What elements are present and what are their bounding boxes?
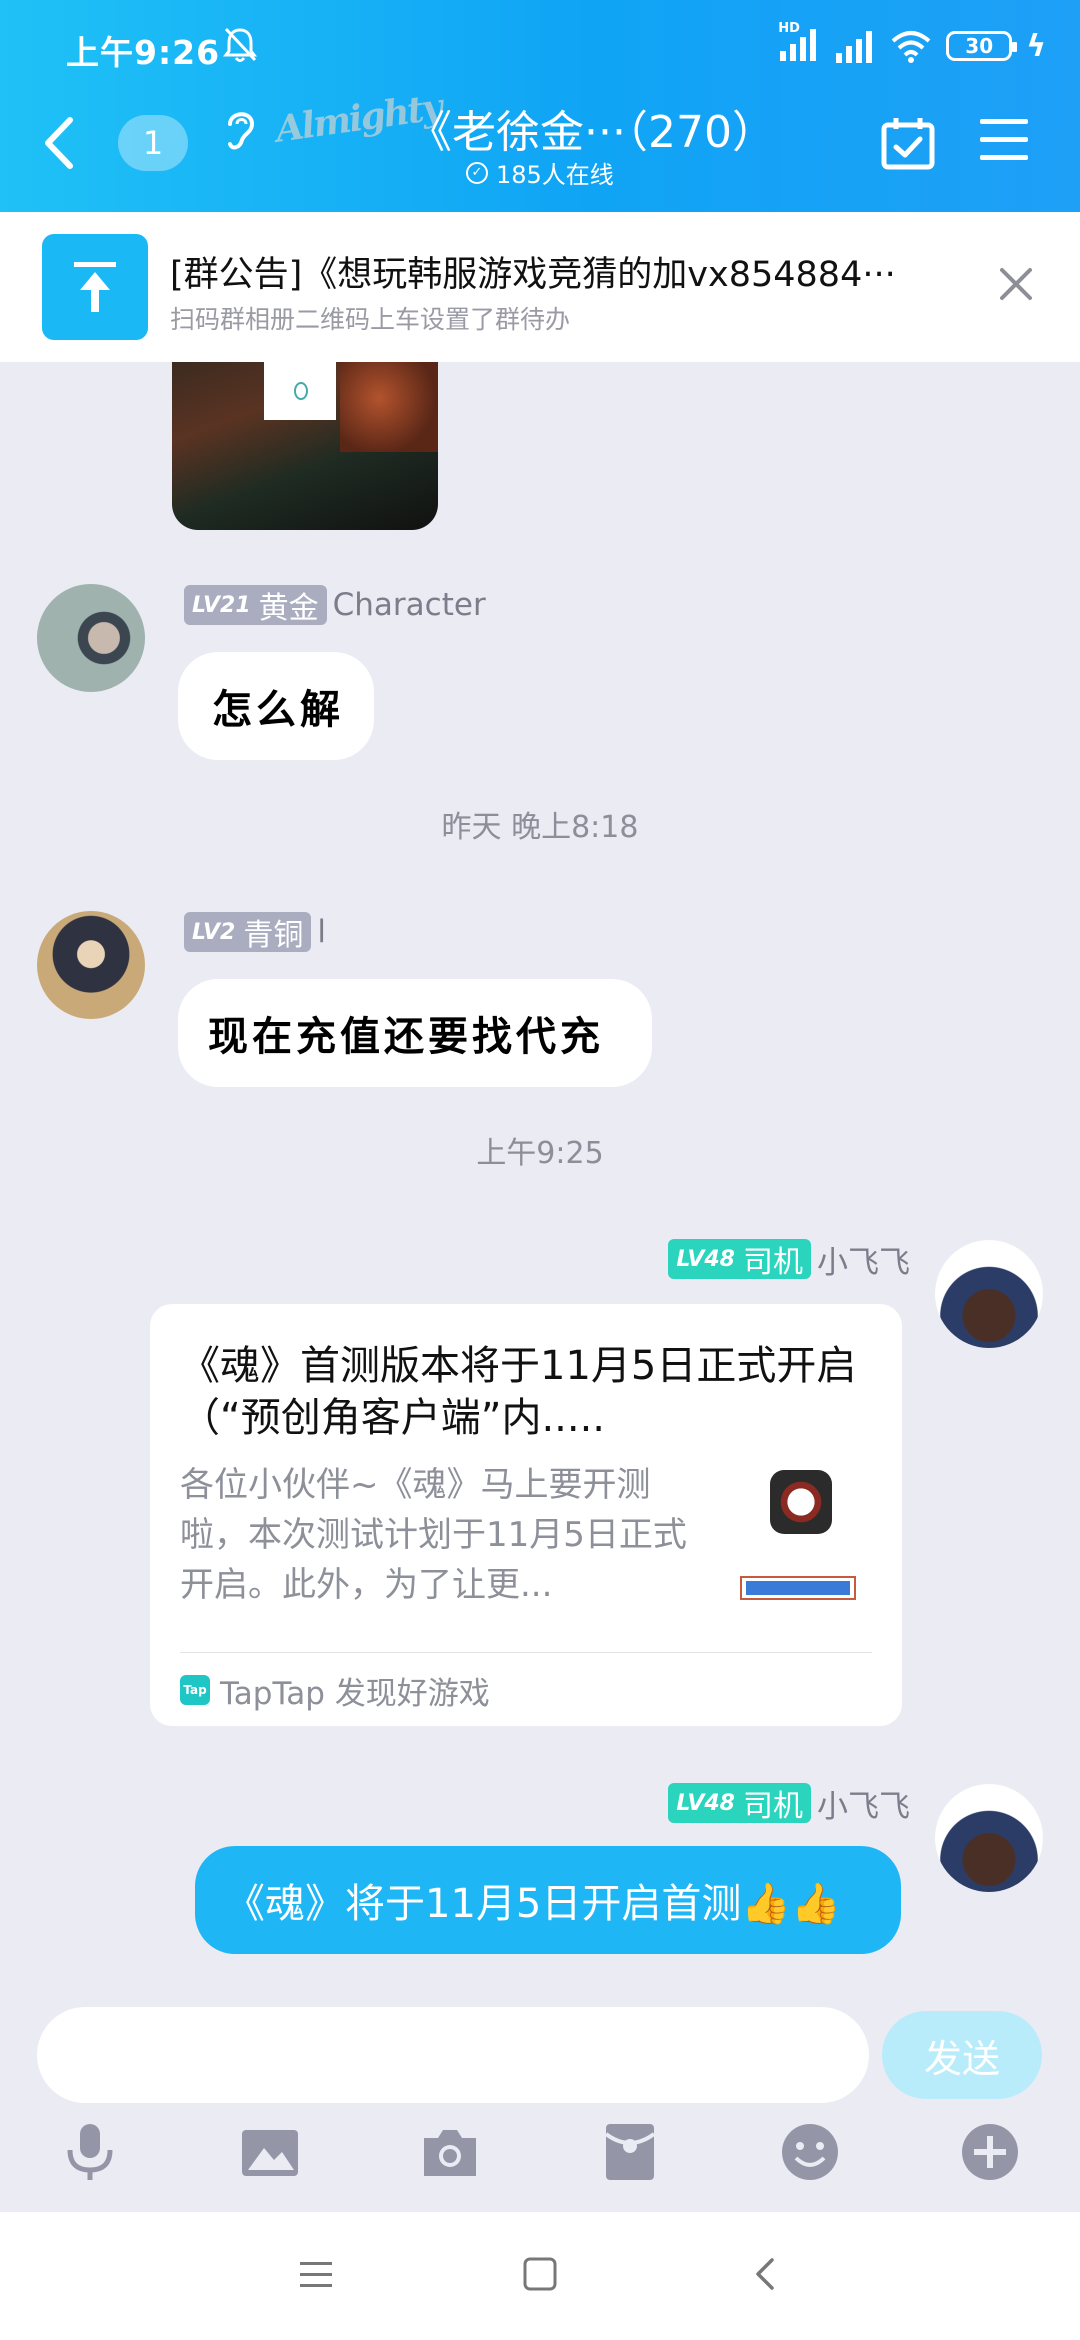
close-icon[interactable]	[996, 264, 1036, 304]
back-arrow-icon[interactable]	[40, 114, 80, 172]
level-text: LV48	[676, 1246, 735, 1272]
level-badge: LV48 司机	[668, 1783, 811, 1824]
hamburger-menu-icon[interactable]	[978, 117, 1030, 163]
group-notice-banner[interactable]: [群公告]《想玩韩服游戏竞猜的加vx854884··· 扫码群相册二维码上车设置…	[0, 212, 1080, 362]
group-logo-art: Almighty	[273, 86, 444, 151]
image-message[interactable]	[172, 362, 438, 530]
card-source-text: TapTap 发现好游戏	[220, 1675, 490, 1712]
menu-icon[interactable]	[292, 2250, 340, 2298]
upload-arrow-icon	[42, 234, 148, 340]
send-button[interactable]: 发送	[882, 2011, 1042, 2099]
level-text: LV2	[192, 919, 236, 945]
avatar[interactable]	[935, 1784, 1043, 1892]
signal-icon-2	[836, 31, 873, 63]
message-bubble[interactable]: 怎么解	[178, 652, 374, 760]
sender-nick[interactable]: 小飞飞	[817, 1237, 910, 1282]
divider	[180, 1652, 872, 1653]
avatar[interactable]	[935, 1240, 1043, 1348]
battery-icon: 30	[946, 31, 1018, 61]
taptap-icon: Tap	[180, 1675, 210, 1705]
battery-level: 30	[965, 34, 994, 58]
toolbar	[0, 2120, 1080, 2200]
sender-row: LV21 黄金 Character	[184, 584, 486, 626]
back-icon[interactable]	[742, 2250, 790, 2298]
level-title: 黄金	[258, 591, 319, 626]
avatar[interactable]	[37, 911, 145, 1019]
plus-icon[interactable]	[958, 2120, 1022, 2184]
hd-label: HD	[778, 21, 800, 36]
thumb-button	[740, 1576, 856, 1600]
online-count: 185人在线	[496, 161, 614, 189]
calendar-check-icon[interactable]	[880, 115, 936, 171]
bell-muted-icon	[223, 27, 257, 62]
emoji-icon[interactable]	[778, 2120, 842, 2184]
image-icon[interactable]	[238, 2120, 302, 2184]
ear-icon[interactable]	[222, 106, 258, 154]
status-bar: 上午9:26 HD 30 ϟ	[0, 0, 1080, 96]
sender-row: LV48 司机 小飞飞	[668, 1781, 910, 1826]
link-card[interactable]: 《魂》首测版本将于11月5日正式开启（“预创角客户端”内..... 各位小伙伴~…	[150, 1304, 902, 1726]
level-text: LV48	[676, 1790, 735, 1816]
charging-icon: ϟ	[1026, 28, 1046, 64]
avatar[interactable]	[37, 584, 145, 692]
chat-title[interactable]: 《老徐金···（270）	[408, 96, 776, 160]
sender-nick[interactable]: l	[317, 914, 326, 950]
system-navigation-bar	[0, 2212, 1080, 2340]
unread-count-badge[interactable]: 1	[118, 115, 188, 171]
sender-row: LV48 司机 小飞飞	[668, 1237, 910, 1282]
image-art-paper	[264, 362, 336, 420]
card-title: 《魂》首测版本将于11月5日正式开启（“预创角客户端”内.....	[180, 1343, 857, 1441]
game-icon	[770, 1470, 832, 1534]
level-title: 司机	[743, 1789, 803, 1824]
wifi-icon	[891, 31, 931, 63]
home-icon[interactable]	[516, 2250, 564, 2298]
status-right: HD 30 ϟ	[778, 21, 1046, 66]
check-circle-icon: ✓	[466, 161, 488, 184]
level-badge: LV21 黄金	[184, 585, 327, 626]
message-bubble[interactable]: 现在充值还要找代充	[178, 979, 652, 1087]
sender-nick[interactable]: Character	[333, 587, 486, 623]
signal-hd: HD	[778, 21, 820, 65]
microphone-icon[interactable]	[58, 2120, 122, 2184]
level-text: LV21	[192, 592, 251, 618]
card-source: Tap TapTap 发现好游戏	[180, 1664, 490, 1716]
level-badge: LV48 司机	[668, 1239, 811, 1280]
card-thumbnail	[730, 1470, 862, 1610]
message-list[interactable]: LV21 黄金 Character 怎么解 昨天 晚上8:18 LV2 青铜 l…	[0, 362, 1080, 2002]
input-bar: 发送	[0, 2002, 1080, 2212]
chat-header: 上午9:26 HD 30 ϟ 1 Almighty 《老徐金···（270） ✓…	[0, 0, 1080, 212]
message-bubble[interactable]: 《魂》将于11月5日开启首测👍👍	[195, 1846, 901, 1954]
card-description: 各位小伙伴~《魂》马上要开测啦，本次测试计划于11月5日正式开启。此外，为了让更…	[180, 1465, 687, 1605]
level-title: 司机	[743, 1245, 803, 1280]
image-art	[340, 362, 438, 452]
online-count-row[interactable]: ✓ 185人在线	[466, 155, 614, 190]
notice-title: [群公告]《想玩韩服游戏竞猜的加vx854884···	[170, 255, 896, 295]
level-badge: LV2 青铜	[184, 912, 312, 953]
timestamp: 上午9:25	[476, 1136, 604, 1171]
notice-subtitle: 扫码群相册二维码上车设置了群待办	[170, 305, 571, 334]
camera-icon[interactable]	[418, 2120, 482, 2184]
status-time: 上午9:26	[66, 33, 221, 72]
sender-row: LV2 青铜 l	[184, 911, 326, 953]
timestamp: 昨天 晚上8:18	[441, 810, 639, 845]
message-input[interactable]	[37, 2007, 869, 2103]
sender-nick[interactable]: 小飞飞	[817, 1781, 910, 1826]
level-title: 青铜	[243, 918, 304, 953]
red-packet-icon[interactable]	[598, 2120, 662, 2184]
